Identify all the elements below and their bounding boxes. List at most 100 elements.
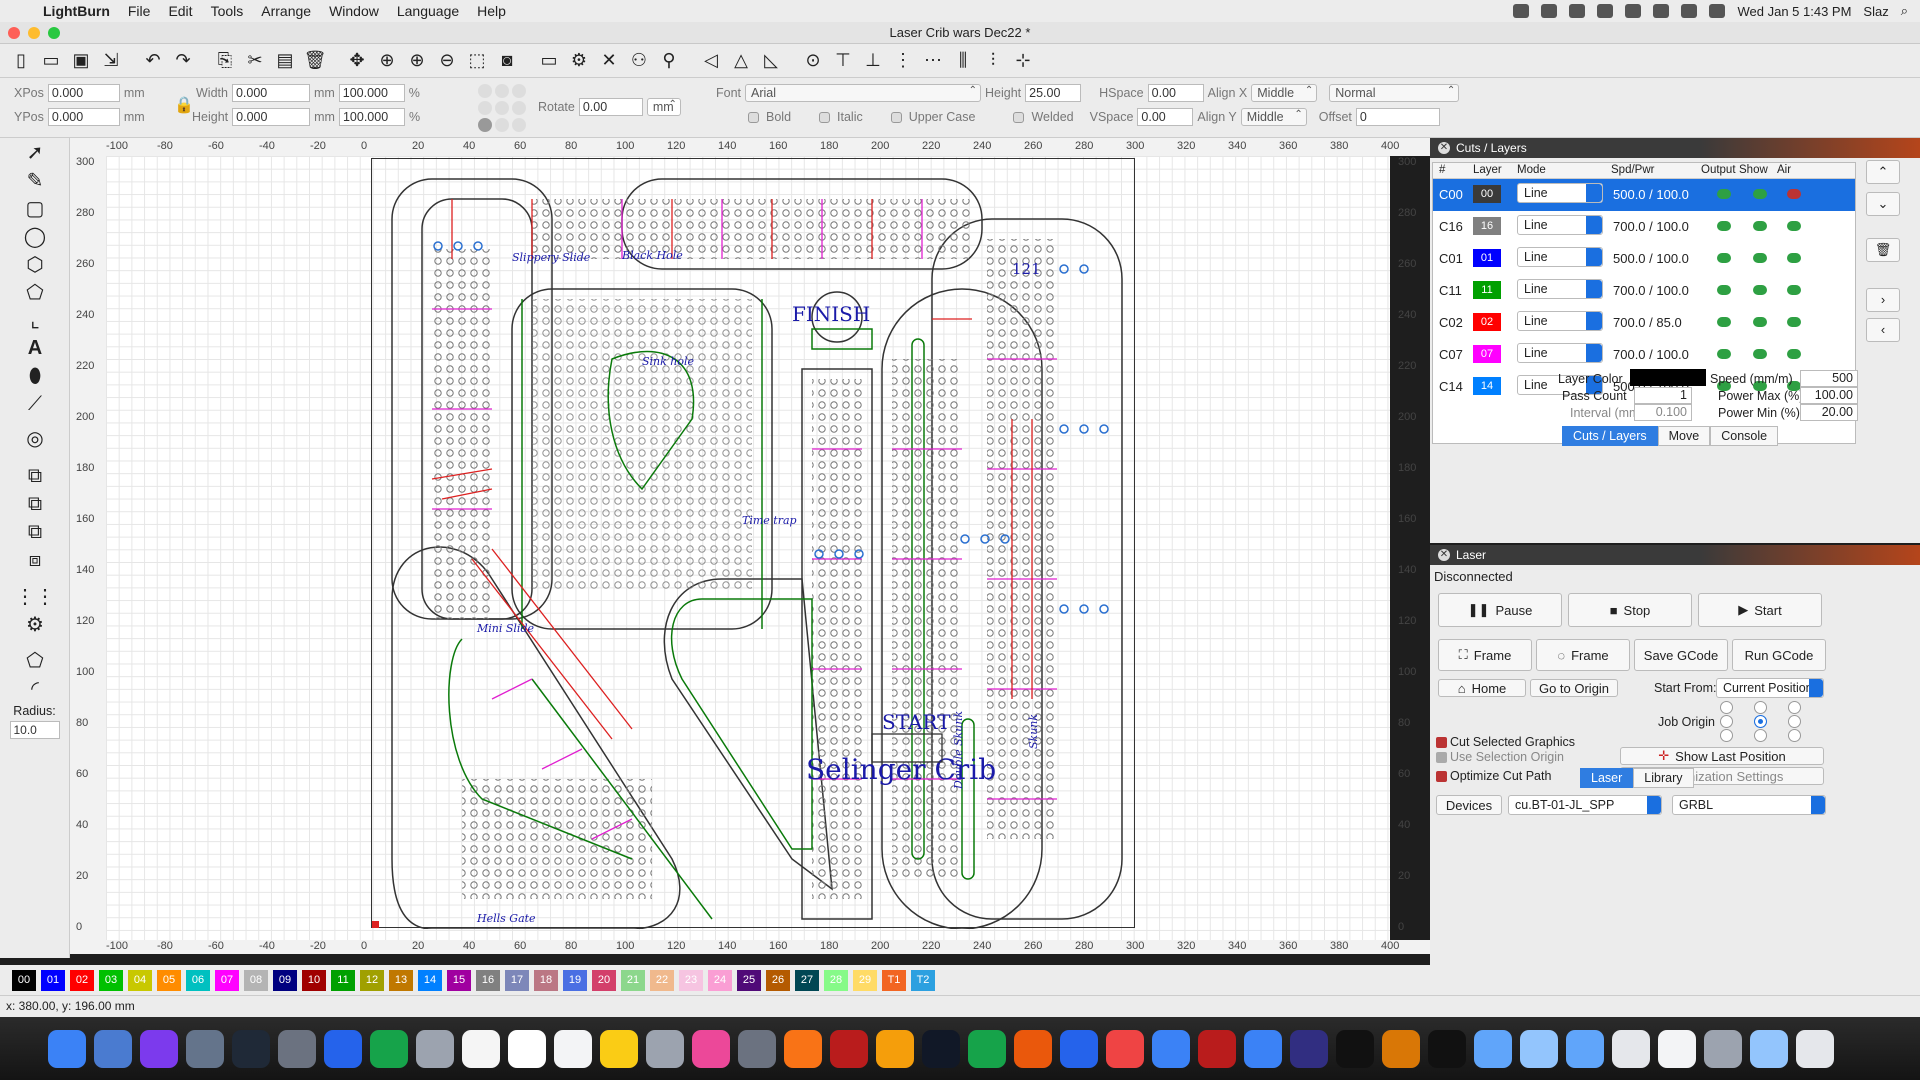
mode-select[interactable]: Line [1517, 247, 1603, 267]
palette-swatch[interactable]: 03 [99, 969, 123, 991]
cut-layer-row[interactable]: C02 02 Line 700.0 / 85.0 [1433, 307, 1855, 339]
palette-swatch[interactable]: 29 [853, 969, 877, 991]
cut-selected-checkbox[interactable]: Cut Selected Graphics [1436, 735, 1575, 749]
mode-select[interactable]: Line [1517, 311, 1603, 331]
pause-button[interactable]: ❚❚ Pause [1438, 593, 1562, 627]
palette-swatch[interactable]: 19 [563, 969, 587, 991]
dock-app-icon[interactable] [48, 1029, 86, 1068]
close-panel-icon[interactable]: ✕ [1438, 142, 1450, 154]
dock-app-icon[interactable] [922, 1029, 960, 1068]
select-tool-icon[interactable]: ➚ [0, 138, 70, 166]
interval-field[interactable]: 0.100 [1634, 404, 1692, 421]
dock-app-icon[interactable] [1152, 1029, 1190, 1068]
dock-app-icon[interactable] [1474, 1029, 1512, 1068]
palette-swatch[interactable]: T1 [882, 969, 906, 991]
group-icon[interactable]: ⚇ [626, 48, 652, 74]
palette-swatch[interactable]: 18 [534, 969, 558, 991]
tools-icon[interactable]: ✕ [596, 48, 622, 74]
settings-icon[interactable]: ⚙ [566, 48, 592, 74]
font-select[interactable]: Arial [745, 83, 982, 102]
dock-app-icon[interactable] [1198, 1029, 1236, 1068]
output-toggle[interactable] [1717, 285, 1731, 295]
distribute-h-icon[interactable]: ⫼ [950, 48, 976, 74]
height-field[interactable]: 0.000 [232, 108, 311, 126]
job-origin-radio[interactable] [1754, 701, 1767, 714]
anchor-grid[interactable] [478, 84, 530, 132]
menu-file[interactable]: File [119, 3, 160, 19]
job-origin-radio-selected[interactable] [1754, 715, 1767, 728]
position-marker-icon[interactable]: ⬮ [0, 362, 70, 390]
cut-layer-row[interactable]: C07 07 Line 700.0 / 100.0 [1433, 339, 1855, 371]
optimize-cut-path-checkbox[interactable]: Optimize Cut Path [1436, 769, 1551, 783]
move-layer-down-button[interactable]: ⌄ [1866, 192, 1900, 216]
palette-swatch[interactable]: 11 [331, 969, 355, 991]
alignx-select[interactable]: Middle [1251, 83, 1318, 102]
dock-app-icon[interactable] [1796, 1029, 1834, 1068]
output-toggle[interactable] [1717, 317, 1731, 327]
dock-app-icon[interactable] [1290, 1029, 1328, 1068]
dock-app-icon[interactable] [324, 1029, 362, 1068]
mirror-icon[interactable]: ◺ [758, 48, 784, 74]
align-bottom-icon[interactable]: ⊥ [860, 48, 886, 74]
status-icon[interactable] [1569, 4, 1586, 18]
cut-layer-row[interactable]: C01 01 Line 500.0 / 100.0 [1433, 243, 1855, 275]
menubar-user[interactable]: Slaz [1863, 4, 1888, 19]
font-height-field[interactable]: 25.00 [1025, 84, 1082, 102]
dock-app-icon[interactable] [508, 1029, 546, 1068]
menu-language[interactable]: Language [388, 3, 468, 19]
show-toggle[interactable] [1753, 317, 1767, 327]
zoom-fit-icon[interactable]: ⊕ [374, 48, 400, 74]
rotate-field[interactable]: 0.00 [578, 98, 643, 116]
welded-checkbox[interactable] [1013, 111, 1025, 123]
palette-swatch[interactable]: 25 [737, 969, 761, 991]
design-canvas[interactable]: Slippery Slide Black Hole Sink hole Time… [106, 156, 1390, 940]
zoom-window-icon[interactable] [48, 27, 60, 39]
draw-lines-icon[interactable]: ✎ [0, 166, 70, 194]
palette-swatch[interactable]: 24 [708, 969, 732, 991]
boolean-union-icon[interactable]: ⧉ [0, 462, 70, 490]
align-top-icon[interactable]: ⊤ [830, 48, 856, 74]
mode-select[interactable]: Line [1517, 183, 1603, 203]
home-button[interactable]: ⌂ Home [1438, 679, 1526, 697]
mode-select[interactable]: Line [1517, 343, 1603, 363]
menu-arrange[interactable]: Arrange [252, 3, 320, 19]
weld-icon[interactable]: ⧈ [0, 546, 70, 574]
air-toggle[interactable] [1787, 285, 1801, 295]
zoom-out-icon[interactable]: ⊖ [434, 48, 460, 74]
tab-laser[interactable]: Laser [1580, 768, 1634, 788]
show-toggle[interactable] [1753, 221, 1767, 231]
dock-app-icon[interactable] [554, 1029, 592, 1068]
palette-swatch[interactable]: 23 [679, 969, 703, 991]
copy-icon[interactable]: ⎘ [212, 48, 238, 74]
go-to-origin-button[interactable]: Go to Origin [1530, 679, 1618, 697]
align-middle-icon[interactable]: ⋮ [890, 48, 916, 74]
save-icon[interactable]: ▣ [68, 48, 94, 74]
cut-layer-row[interactable]: C00 00 Line 500.0 / 100.0 [1433, 179, 1855, 211]
frame-rect-button[interactable]: ⛶ Frame [1438, 639, 1532, 671]
grid-array-icon[interactable]: ⋮⋮ [0, 582, 70, 610]
boolean-intersect-icon[interactable]: ⧉ [0, 518, 70, 546]
zoom-in-icon[interactable]: ⊕ [404, 48, 430, 74]
spotlight-icon[interactable]: ⌕ [1901, 3, 1908, 19]
volume-icon[interactable] [1681, 4, 1698, 18]
palette-swatch[interactable]: 00 [12, 969, 36, 991]
tab-move[interactable]: Move [1657, 426, 1711, 446]
show-last-position-button[interactable]: ✛ Show Last Position [1620, 747, 1824, 765]
job-origin-radio[interactable] [1788, 729, 1801, 742]
status-icon[interactable] [1597, 4, 1614, 18]
palette-swatch[interactable]: 01 [41, 969, 65, 991]
menu-help[interactable]: Help [468, 3, 515, 19]
tab-library[interactable]: Library [1633, 768, 1694, 788]
save-gcode-button[interactable]: Save GCode [1634, 639, 1728, 671]
dock-app-icon[interactable] [186, 1029, 224, 1068]
dock-app-icon[interactable] [1658, 1029, 1696, 1068]
dock-app-icon[interactable] [1612, 1029, 1650, 1068]
center-icon[interactable]: ⊙ [800, 48, 826, 74]
xpos-field[interactable]: 0.000 [47, 84, 120, 102]
wifi-icon[interactable] [1653, 4, 1670, 18]
radius-field[interactable]: 10.0 [9, 721, 60, 739]
palette-swatch[interactable]: 20 [592, 969, 616, 991]
palette-swatch[interactable]: 13 [389, 969, 413, 991]
app-menu[interactable]: LightBurn [34, 3, 119, 19]
dock-app-icon[interactable] [94, 1029, 132, 1068]
